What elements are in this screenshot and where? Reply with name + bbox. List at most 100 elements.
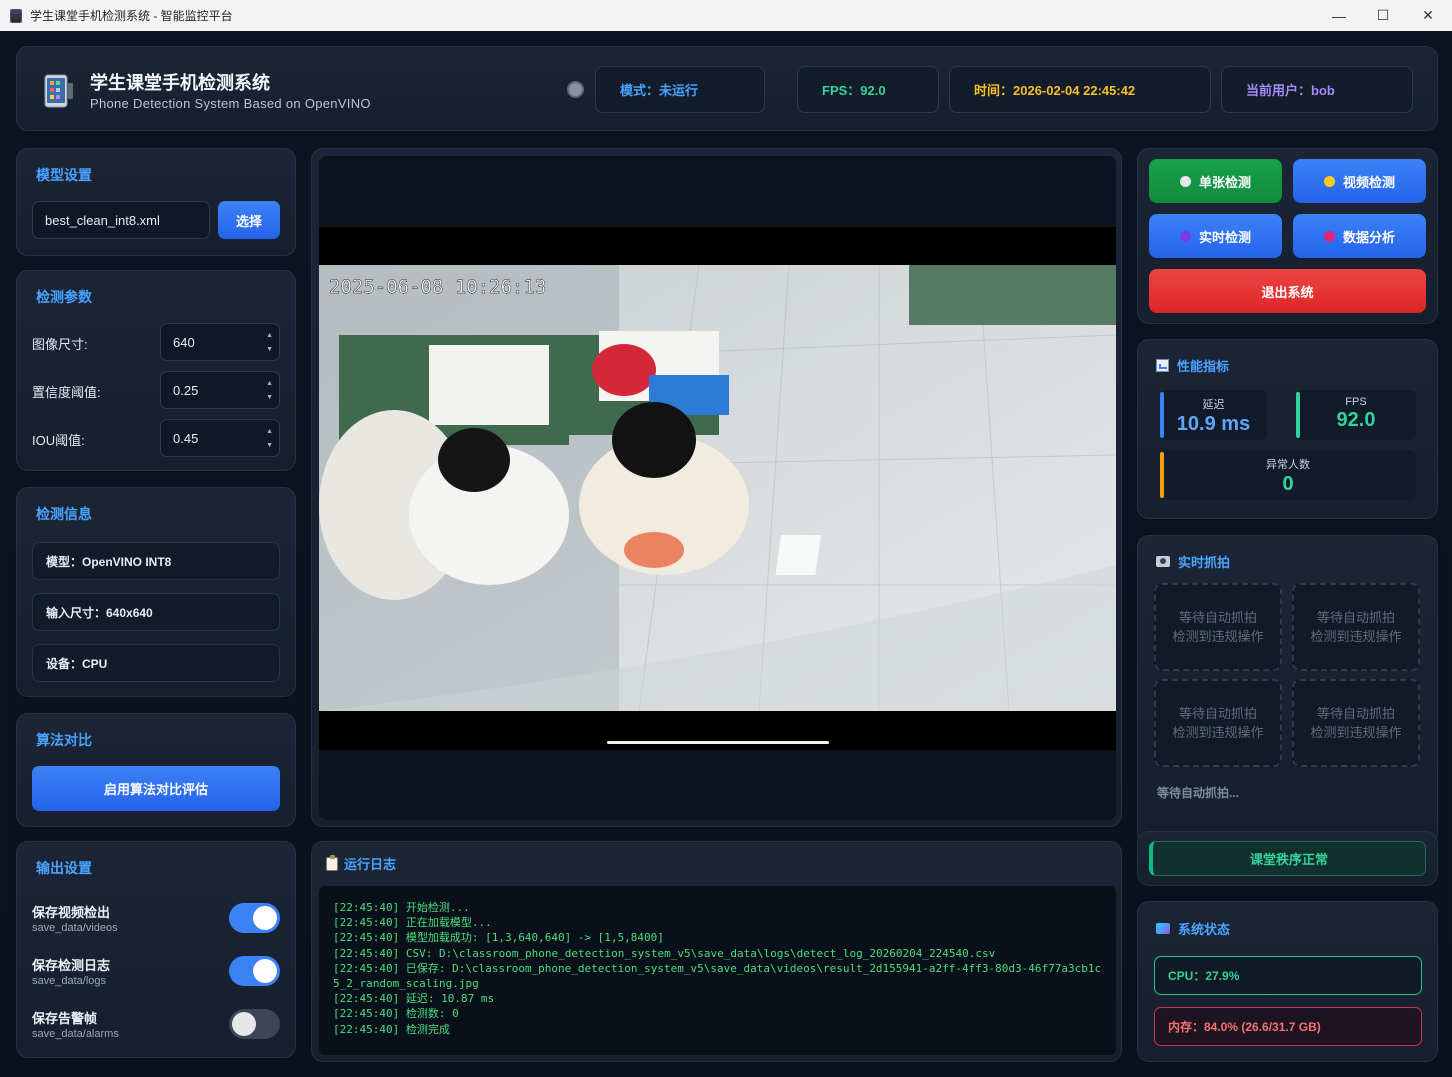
snapshot-slot: 等待自动抓拍 检测到违规操作 bbox=[1292, 583, 1420, 671]
snapshot-slot: 等待自动抓拍 检测到违规操作 bbox=[1292, 679, 1420, 767]
snapshot-wait-text: 等待自动抓拍 bbox=[1178, 706, 1257, 721]
save-video-path: save_data/videos bbox=[32, 922, 118, 934]
log-line: [22:45:40] 已保存: D:\classroom_phone_detec… bbox=[333, 961, 1102, 991]
app-body: 学生课堂手机检测系统 Phone Detection System Based … bbox=[1, 31, 1451, 1077]
conf-label: 置信度阈值: bbox=[32, 385, 101, 400]
log-line: [22:45:40] 模型加载成功: [1,3,640,640] -> [1,5… bbox=[333, 931, 664, 945]
image-size-label: 图像尺寸: bbox=[32, 337, 88, 352]
log-line: [22:45:40] 检测完成 bbox=[333, 1022, 450, 1036]
spin-down-icon[interactable]: ▼ bbox=[266, 392, 273, 404]
data-analysis-button[interactable]: 数据分析 bbox=[1293, 214, 1426, 258]
app-title: 学生课堂手机检测系统 bbox=[90, 73, 270, 93]
memory-usage: 内存：84.0% (26.6/31.7 GB) bbox=[1154, 1007, 1422, 1046]
video-display: 2025-06-08 10:26:13 bbox=[319, 156, 1116, 820]
snapshot-hint-text: 检测到违规操作 bbox=[1310, 629, 1402, 644]
device-info: 设备：CPU bbox=[32, 644, 280, 682]
classroom-status-panel: 课堂秩序正常 bbox=[1137, 831, 1438, 886]
algo-compare-title: 算法对比 bbox=[36, 732, 92, 748]
log-line: [22:45:40] 开始检测... bbox=[333, 901, 470, 914]
camera-icon bbox=[1156, 556, 1170, 567]
image-size-value: 640 bbox=[173, 334, 195, 350]
output-settings-panel: 输出设置 保存视频检出 save_data/videos 保存检测日志 save… bbox=[16, 841, 296, 1058]
video-detect-button[interactable]: 视频检测 bbox=[1293, 159, 1426, 203]
snapshot-wait-text: 等待自动抓拍 bbox=[1316, 706, 1395, 721]
log-line: [22:45:40] 延迟: 10.87 ms bbox=[333, 992, 495, 1006]
video-progress-bar[interactable] bbox=[607, 741, 829, 744]
log-line: [22:45:40] 正在加载模型... bbox=[333, 916, 492, 930]
realtime-detect-button[interactable]: 实时检测 bbox=[1149, 214, 1282, 258]
spin-down-icon[interactable]: ▼ bbox=[266, 440, 273, 452]
log-line: [22:45:40] CSV: D:\classroom_phone_detec… bbox=[333, 946, 996, 960]
classroom-frame-image: 2025-06-08 10:26:13 bbox=[319, 265, 1116, 711]
video-detect-label: 视频检测 bbox=[1342, 174, 1395, 190]
latency-metric: 延迟 10.9 ms bbox=[1160, 390, 1267, 440]
snapshot-hint-text: 检测到违规操作 bbox=[1172, 629, 1264, 644]
latency-value: 10.9 ms bbox=[1176, 413, 1251, 435]
model-settings-title: 模型设置 bbox=[36, 167, 92, 183]
minimize-button[interactable]: — bbox=[1316, 0, 1362, 31]
abnormal-metric: 异常人数 0 bbox=[1160, 450, 1416, 500]
single-detect-button[interactable]: 单张检测 bbox=[1149, 159, 1282, 203]
snapshot-panel: 实时抓拍 等待自动抓拍 检测到违规操作 等待自动抓拍 检测到违规操作 等待自动抓拍检… bbox=[1137, 535, 1438, 845]
snapshot-hint-text: 检测到违规操作 bbox=[1172, 725, 1264, 740]
model-file-input[interactable]: best_clean_int8.xml bbox=[32, 201, 210, 239]
detect-params-title: 检测参数 bbox=[36, 289, 92, 305]
detect-info-panel: 检测信息 模型：OpenVINO INT8 输入尺寸：640x640 设备：CP… bbox=[16, 487, 296, 697]
video-panel: 2025-06-08 10:26:13 bbox=[311, 148, 1122, 827]
close-button[interactable]: ✕ bbox=[1405, 0, 1451, 31]
mode-chip: 模式：未运行 bbox=[595, 66, 765, 113]
spin-down-icon[interactable]: ▼ bbox=[266, 344, 273, 356]
snapshot-title: 实时抓拍 bbox=[1178, 555, 1231, 570]
save-video-toggle[interactable] bbox=[229, 903, 280, 933]
spin-up-icon[interactable]: ▲ bbox=[266, 426, 273, 438]
window-title: 学生课堂手机检测系统 - 智能监控平台 bbox=[30, 9, 233, 23]
save-log-toggle[interactable] bbox=[229, 956, 280, 986]
output-settings-title: 输出设置 bbox=[36, 860, 92, 876]
algo-compare-button[interactable]: 启用算法对比评估 bbox=[32, 766, 280, 811]
conf-value: 0.25 bbox=[173, 382, 199, 398]
system-status-panel: 系统状态 CPU：27.9% 内存：84.0% (26.6/31.7 GB) bbox=[1137, 901, 1438, 1062]
performance-title: 性能指标 bbox=[1177, 359, 1230, 374]
conf-spinbox[interactable]: 0.25 ▲ ▼ bbox=[160, 371, 280, 409]
save-log-label: 保存检测日志 bbox=[32, 958, 111, 973]
iou-value: 0.45 bbox=[173, 430, 199, 446]
snapshot-wait-text: 等待自动抓拍 bbox=[1178, 610, 1257, 625]
system-status-title: 系统状态 bbox=[1178, 922, 1231, 937]
window-titlebar: 学生课堂手机检测系统 - 智能监控平台 — ☐ ✕ bbox=[0, 0, 1452, 31]
iou-label: IOU阈值: bbox=[32, 433, 85, 448]
spin-up-icon[interactable]: ▲ bbox=[266, 378, 273, 390]
image-size-spinbox[interactable]: 640 ▲ ▼ bbox=[160, 323, 280, 361]
select-model-button[interactable]: 选择 bbox=[218, 201, 280, 239]
abnormal-label: 异常人数 bbox=[1266, 459, 1310, 471]
detect-params-panel: 检测参数 图像尺寸: 640 ▲ ▼ 置信度阈值: 0.25 ▲ ▼ IOU阈值… bbox=[16, 270, 296, 471]
cpu-usage: CPU：27.9% bbox=[1154, 956, 1422, 995]
fps-metric: FPS 92.0 bbox=[1296, 390, 1416, 440]
data-analysis-label: 数据分析 bbox=[1342, 229, 1395, 245]
exit-button[interactable]: 退出系统 bbox=[1149, 269, 1426, 313]
single-detect-label: 单张检测 bbox=[1198, 174, 1251, 190]
status-dot-icon bbox=[1323, 175, 1335, 187]
app-icon bbox=[10, 8, 22, 23]
user-chip: 当前用户：bob bbox=[1221, 66, 1413, 113]
abnormal-value: 0 bbox=[1282, 473, 1294, 495]
save-log-path: save_data/logs bbox=[32, 975, 106, 987]
log-line: [22:45:40] 检测数: 0 bbox=[333, 1007, 459, 1021]
snapshot-status: 等待自动抓拍... bbox=[1157, 786, 1240, 800]
fps-label: FPS bbox=[1345, 396, 1367, 408]
log-panel: 运行日志 [22:45:40] 开始检测... [22:45:40] 正在加载模… bbox=[311, 841, 1122, 1062]
iou-spinbox[interactable]: 0.45 ▲ ▼ bbox=[160, 419, 280, 457]
spin-up-icon[interactable]: ▲ bbox=[266, 330, 273, 342]
maximize-button[interactable]: ☐ bbox=[1360, 0, 1406, 31]
algo-compare-panel: 算法对比 启用算法对比评估 bbox=[16, 713, 296, 827]
save-alarm-path: save_data/alarms bbox=[32, 1028, 119, 1040]
model-info: 模型：OpenVINO INT8 bbox=[32, 542, 280, 580]
chart-icon bbox=[1156, 359, 1169, 372]
time-chip: 时间：2026-02-04 22:45:42 bbox=[949, 66, 1211, 113]
save-video-label: 保存视频检出 bbox=[32, 905, 111, 920]
snapshot-slot: 等待自动抓拍 检测到违规操作 bbox=[1154, 679, 1282, 767]
latency-label: 延迟 bbox=[1202, 399, 1225, 411]
monitor-icon bbox=[1156, 923, 1170, 934]
save-alarm-toggle[interactable] bbox=[229, 1009, 280, 1039]
clipboard-icon bbox=[326, 854, 338, 871]
phone-logo-icon bbox=[44, 74, 73, 108]
